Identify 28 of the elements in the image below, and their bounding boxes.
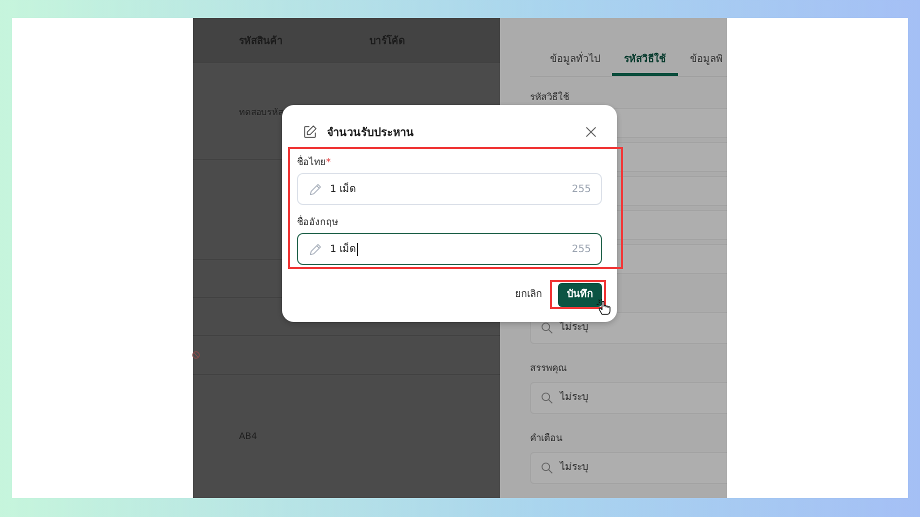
field-label: รหัสวิธีใช้: [530, 92, 570, 104]
hand-pointer-icon: [596, 298, 612, 316]
field-label: คำเตือน: [530, 433, 564, 445]
character-count: 255: [572, 244, 591, 254]
dialog-title: จำนวนรับประหาน: [327, 125, 415, 141]
cancel-button[interactable]: ยกเลิก: [515, 285, 542, 305]
search-field[interactable]: ไม่ระบุ: [530, 382, 727, 414]
required-mark: *: [326, 157, 331, 168]
pencil-icon: [308, 242, 323, 256]
close-icon: [583, 124, 599, 140]
field-label: ชื่อไทย*: [297, 157, 332, 169]
save-button[interactable]: บันทึก: [558, 283, 602, 307]
highlight-frame: [550, 280, 606, 309]
edit-icon: [302, 124, 318, 140]
tab[interactable]: ข้อมูลพิ: [678, 44, 727, 76]
tab[interactable]: ข้อมูลทั่วไป: [538, 44, 612, 76]
tab[interactable]: รหัสวิธีใช้: [612, 44, 678, 76]
search-field[interactable]: ไม่ระบุ: [530, 452, 727, 484]
input-field[interactable]: 1 เม็ด 255: [297, 233, 602, 265]
pencil-icon: [308, 182, 323, 196]
field-label: ชื่ออังกฤษ: [297, 217, 339, 229]
close-button[interactable]: [583, 124, 599, 140]
search-icon: [540, 321, 554, 335]
search-icon: [540, 461, 554, 475]
search-icon: [540, 391, 554, 405]
field-label: สรรพคุณ: [530, 363, 568, 375]
input-field[interactable]: 1 เม็ด 255: [297, 173, 602, 205]
character-count: 255: [572, 184, 591, 194]
